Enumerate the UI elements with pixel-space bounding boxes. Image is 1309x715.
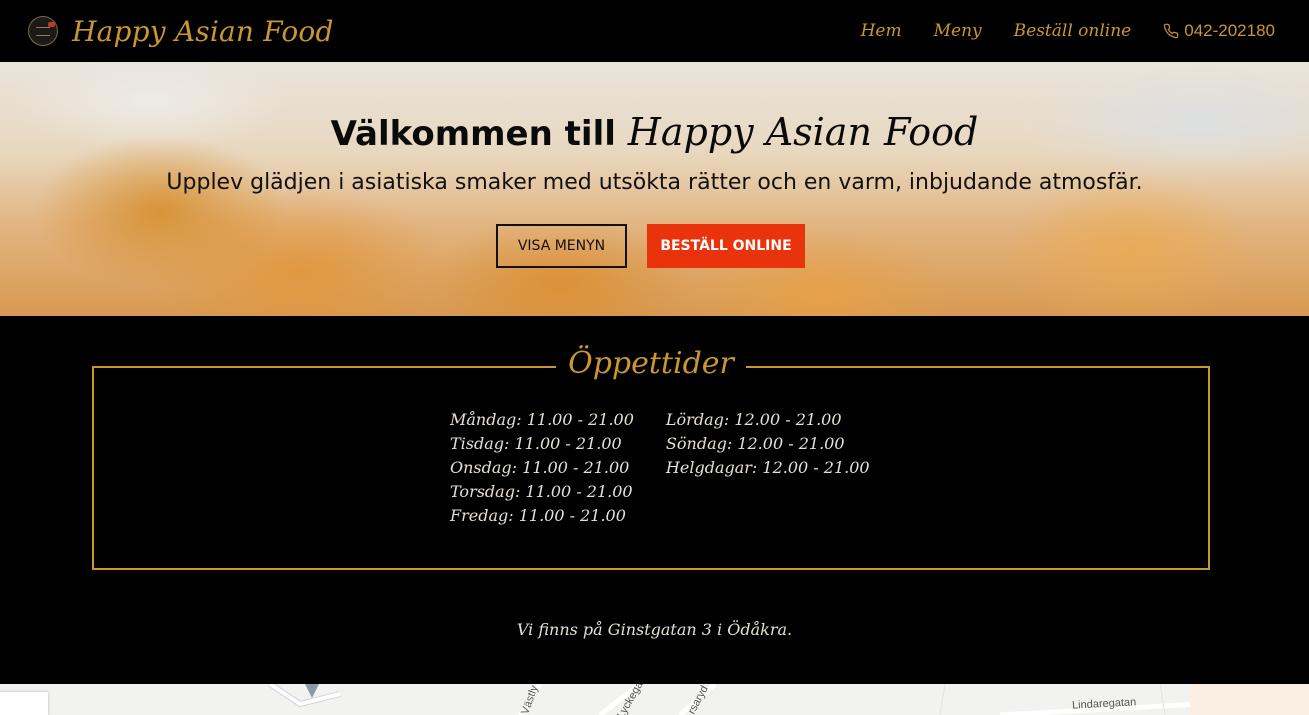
phone-number: 042-202180: [1184, 21, 1275, 40]
weekday-hours: Måndag: 11.00 - 21.00 Tisdag: 11.00 - 21…: [450, 408, 634, 528]
map-info-card[interactable]: [0, 692, 48, 715]
brand-name[interactable]: Happy Asian Food: [72, 15, 334, 48]
brand[interactable]: Happy Asian Food: [28, 15, 334, 48]
hours-thursday: Torsdag: 11.00 - 21.00: [450, 482, 633, 501]
nav-link-meny[interactable]: Meny: [934, 21, 982, 41]
opening-hours-columns: Måndag: 11.00 - 21.00 Tisdag: 11.00 - 21…: [450, 408, 902, 528]
hours-friday: Fredag: 11.00 - 21.00: [450, 506, 626, 525]
navbar: Happy Asian Food Hem Meny Beställ online…: [0, 0, 1309, 62]
opening-hours-title: Öppettider: [556, 340, 746, 388]
logo-mark: [36, 27, 50, 36]
hero-title-prefix: Välkommen till: [330, 114, 616, 154]
hero-title: Välkommen till Happy Asian Food: [0, 110, 1309, 154]
address-text: Vi finns på Ginstgatan 3 i Ödåkra.: [516, 620, 793, 639]
restaurant-logo-icon[interactable]: [28, 16, 58, 46]
logo-accent: [48, 22, 55, 27]
nav-link-hem[interactable]: Hem: [861, 21, 902, 41]
hours-tuesday: Tisdag: 11.00 - 21.00: [450, 434, 622, 453]
hero-subtitle: Upplev glädjen i asiatiska smaker med ut…: [166, 170, 1143, 195]
phone-icon: [1164, 23, 1179, 39]
hours-sunday: Söndag: 12.00 - 21.00: [665, 434, 845, 453]
view-menu-button[interactable]: VISA MENYN: [496, 224, 627, 268]
order-online-button[interactable]: BESTÄLL ONLINE: [647, 224, 805, 268]
weekend-hours: Lördag: 12.00 - 21.00 Söndag: 12.00 - 21…: [666, 408, 870, 528]
hero-banner: Välkommen till Happy Asian Food Upplev g…: [0, 62, 1309, 316]
hours-saturday: Lördag: 12.00 - 21.00: [665, 410, 842, 429]
nav-link-bestall-online[interactable]: Beställ online: [1014, 21, 1132, 41]
hours-holidays: Helgdagar: 12.00 - 21.00: [665, 458, 870, 477]
nav-phone-link[interactable]: 042-202180: [1163, 21, 1275, 41]
map-embed[interactable]: Västly Lyckega rsaryd Lindaregatan: [0, 684, 1309, 715]
hero-title-brand: Happy Asian Food: [627, 110, 979, 154]
hours-monday: Måndag: 11.00 - 21.00: [450, 410, 634, 429]
opening-hours-section: Öppettider Måndag: 11.00 - 21.00 Tisdag:…: [0, 316, 1309, 684]
nav-links: Hem Meny Beställ online 042-202180: [829, 21, 1275, 41]
hours-wednesday: Onsdag: 11.00 - 21.00: [450, 458, 630, 477]
